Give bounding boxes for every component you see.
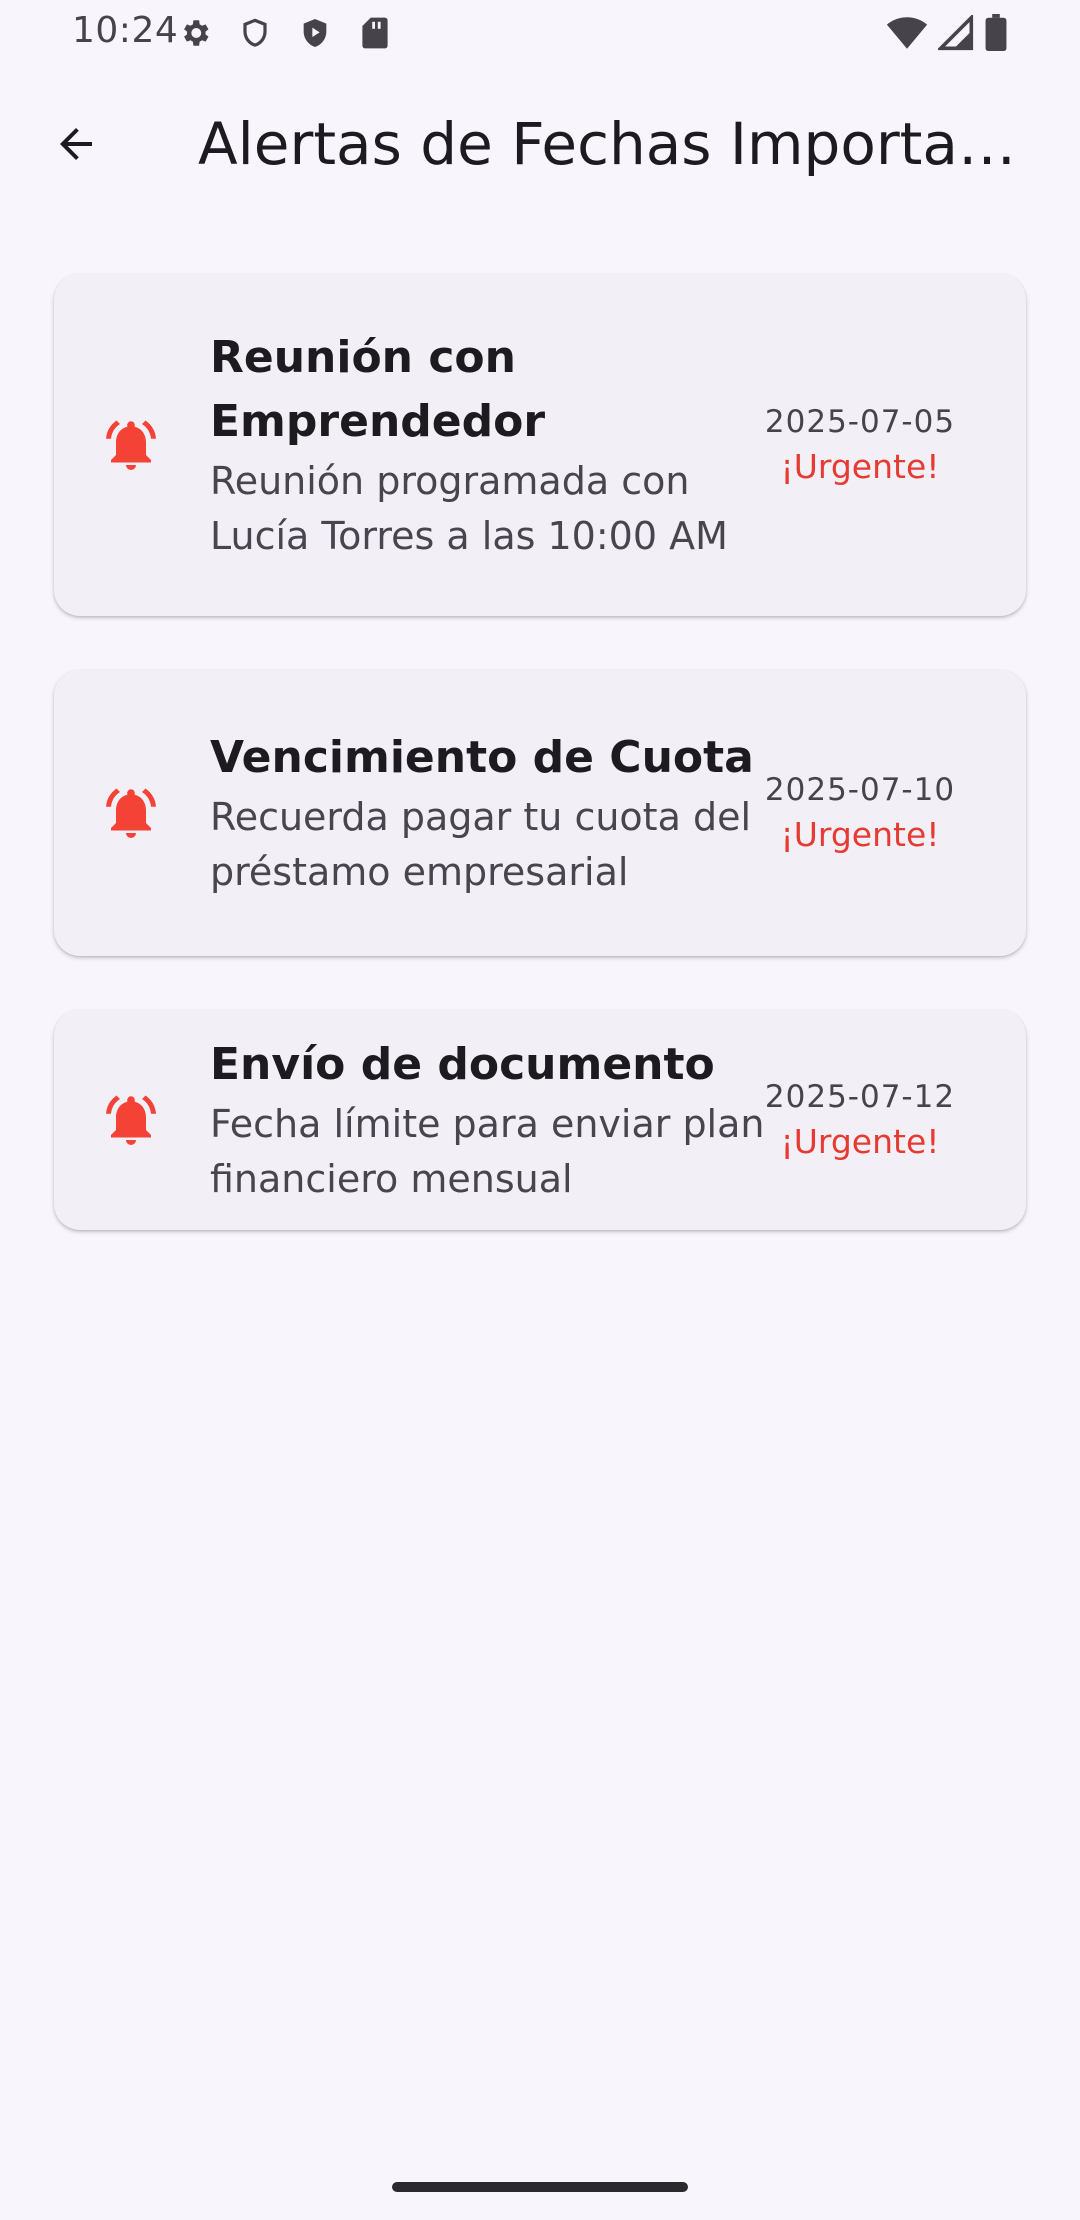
- alert-date: 2025-07-10: [764, 772, 956, 808]
- wifi-icon: [886, 15, 928, 55]
- alert-meta: 2025-07-12 ¡Urgente!: [760, 1075, 960, 1165]
- status-icons-right: [886, 13, 1008, 56]
- arrow-back-icon: [60, 128, 92, 160]
- alert-description: Fecha límite para enviar plan financiero…: [210, 1102, 765, 1201]
- alert-card[interactable]: Reunión con Emprendedor Reunión programa…: [54, 274, 1026, 616]
- play-protect-icon: [296, 14, 334, 52]
- alert-description: Recuerda pagar tu cuota del préstamo emp…: [210, 795, 751, 894]
- battery-icon: [984, 14, 1008, 56]
- alarm-bell-icon: [100, 782, 162, 844]
- alert-description: Reunión programada con Lucía Torres a la…: [210, 459, 728, 558]
- signal-icon: [936, 13, 974, 55]
- alert-card[interactable]: Envío de documento Fecha límite para env…: [54, 1010, 1026, 1230]
- urgent-label: ¡Urgente!: [780, 815, 940, 854]
- alert-title: Reunión con Emprendedor: [210, 332, 546, 447]
- back-button[interactable]: [40, 108, 112, 180]
- alarm-bell-icon: [100, 1089, 162, 1151]
- alert-title: Envío de documento: [210, 1039, 715, 1090]
- alert-content: Envío de documento Fecha límite para env…: [210, 1033, 790, 1207]
- home-indicator[interactable]: [392, 2182, 688, 2192]
- alert-list: Reunión con Emprendedor Reunión programa…: [54, 274, 1026, 1284]
- sd-card-icon: [356, 14, 394, 52]
- alert-content: Vencimiento de Cuota Recuerda pagar tu c…: [210, 726, 790, 900]
- alert-date: 2025-07-12: [764, 1079, 956, 1115]
- app-bar: Alertas de Fechas Importantes: [0, 64, 1080, 224]
- urgent-label: ¡Urgente!: [780, 1122, 940, 1161]
- page-title: Alertas de Fechas Importantes: [198, 110, 1028, 178]
- alert-meta: 2025-07-05 ¡Urgente!: [760, 400, 960, 490]
- alert-title: Vencimiento de Cuota: [210, 732, 754, 783]
- status-time: 10:24: [72, 10, 179, 51]
- status-bar: 10:24: [0, 0, 1080, 64]
- status-icons-left: [176, 14, 394, 52]
- alert-content: Reunión con Emprendedor Reunión programa…: [210, 326, 790, 564]
- alert-date: 2025-07-05: [764, 404, 956, 440]
- alert-card[interactable]: Vencimiento de Cuota Recuerda pagar tu c…: [54, 670, 1026, 956]
- shield-icon: [236, 14, 274, 52]
- alarm-bell-icon: [100, 414, 162, 476]
- gear-icon: [176, 14, 214, 52]
- alert-meta: 2025-07-10 ¡Urgente!: [760, 768, 960, 858]
- urgent-label: ¡Urgente!: [780, 447, 940, 486]
